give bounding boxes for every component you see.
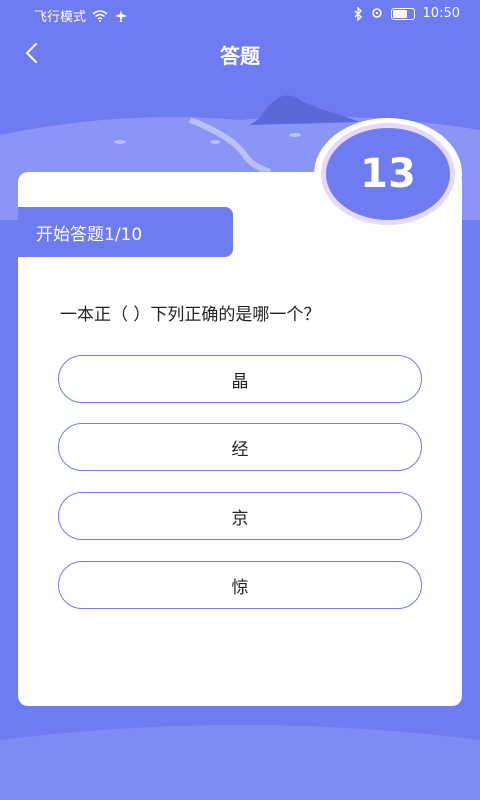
status-left: 飞行模式 xyxy=(34,6,128,25)
answer-option[interactable]: 京 xyxy=(58,492,422,540)
question-text: 一本正（ ）下列正确的是哪一个？ xyxy=(60,305,321,325)
countdown-timer: 13 xyxy=(326,128,450,220)
progress-label: 开始答题1/10 xyxy=(18,207,233,257)
answer-option[interactable]: 惊 xyxy=(58,561,422,609)
location-icon xyxy=(371,7,382,18)
battery-icon xyxy=(390,7,415,20)
answer-option[interactable]: 经 xyxy=(58,423,422,471)
answer-option[interactable]: 晶 xyxy=(58,355,422,403)
bottom-wave-decoration xyxy=(0,725,480,800)
status-bar: 飞行模式 10:50 xyxy=(0,0,480,28)
wifi-icon xyxy=(92,9,108,22)
status-right: 10:50 xyxy=(353,6,460,21)
bluetooth-icon xyxy=(354,6,362,21)
page-title: 答题 xyxy=(220,44,260,68)
airplane-icon xyxy=(115,9,128,22)
airplane-mode-label: 飞行模式 xyxy=(34,10,87,25)
status-time: 10:50 xyxy=(422,6,460,21)
